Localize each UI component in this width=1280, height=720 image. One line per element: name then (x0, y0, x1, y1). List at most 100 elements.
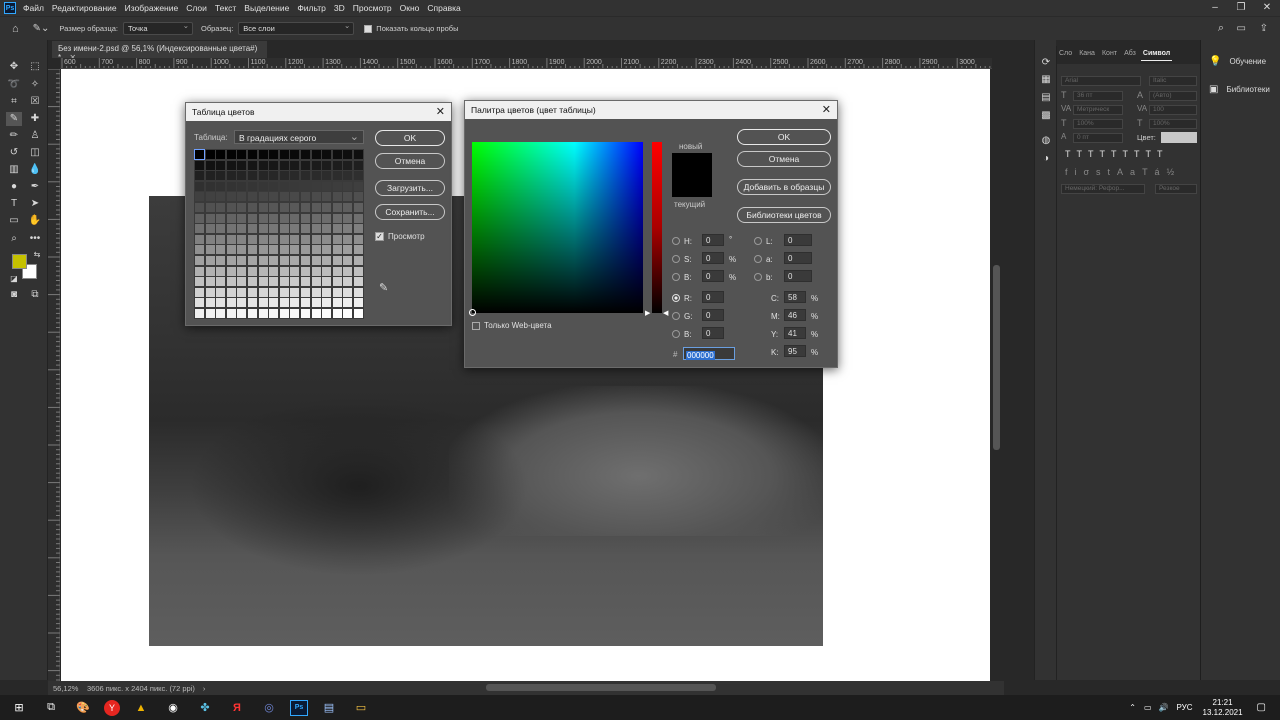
color-table-swatch[interactable] (322, 171, 332, 181)
color-table-swatch[interactable] (343, 171, 353, 181)
color-table-swatch[interactable] (311, 277, 321, 287)
color-table-swatch[interactable] (343, 150, 353, 159)
color-table-swatch[interactable] (205, 277, 215, 287)
horizontal-scrollbar[interactable] (486, 684, 716, 691)
color-table-swatch[interactable] (290, 309, 300, 318)
eyedropper-tool-preset-icon[interactable]: ✎⌄ (33, 23, 50, 34)
color-table-swatch[interactable] (343, 309, 353, 318)
tracking-field[interactable]: 100 (1149, 105, 1197, 115)
color-table-swatch[interactable] (258, 287, 268, 297)
color-table-swatch[interactable] (237, 256, 247, 265)
color-table-swatch[interactable] (290, 266, 300, 276)
menu-3d[interactable]: 3D (334, 3, 345, 13)
color-table-swatch[interactable] (237, 298, 247, 308)
color-table-swatch[interactable] (301, 234, 310, 244)
color-table-swatch[interactable] (237, 277, 247, 287)
swap-colors-icon[interactable]: ⇆ (29, 248, 45, 262)
color-table-swatch[interactable] (311, 266, 321, 276)
color-table-swatch[interactable] (311, 245, 321, 255)
color-table-swatch[interactable] (205, 266, 215, 276)
sample-select[interactable]: Все слои (238, 21, 355, 35)
color-table-swatch[interactable] (205, 309, 215, 318)
color-table-swatch[interactable] (290, 203, 300, 212)
b-input[interactable]: 0 (702, 270, 724, 282)
kerning-field[interactable]: Метрическ (1073, 105, 1123, 115)
color-table-swatch[interactable] (332, 234, 342, 244)
path-selection-tool-icon[interactable]: ➤ (27, 197, 43, 211)
brush-tool-icon[interactable]: ✏ (6, 129, 22, 143)
current-color-swatch[interactable] (672, 175, 712, 197)
color-table-swatch[interactable] (332, 150, 342, 159)
color-table-swatch[interactable] (195, 192, 204, 202)
history-panel-icon[interactable]: ⟳ (1038, 56, 1054, 70)
color-table-swatch[interactable] (248, 181, 257, 191)
color-table-swatch[interactable] (258, 224, 268, 234)
lab-b-radio[interactable] (754, 273, 762, 281)
color-table-swatch[interactable] (195, 213, 204, 223)
color-table-swatch[interactable] (216, 256, 226, 265)
color-table-swatch[interactable] (311, 298, 321, 308)
color-table-swatch[interactable] (279, 203, 289, 212)
color-table-swatch[interactable] (258, 150, 268, 159)
color-table-swatch[interactable] (205, 203, 215, 212)
color-table-swatch[interactable] (301, 150, 310, 159)
color-table-swatch[interactable] (226, 224, 236, 234)
paint-app-icon[interactable]: 🎨 (72, 699, 94, 717)
color-table-swatch[interactable] (269, 234, 279, 244)
menu-window[interactable]: Окно (400, 3, 420, 13)
color-table-swatch[interactable] (205, 181, 215, 191)
color-table-swatch[interactable] (237, 171, 247, 181)
color-table-swatch[interactable] (354, 266, 363, 276)
discord-icon[interactable]: ◎ (258, 699, 280, 717)
channels-panel-icon[interactable]: ◍ (1038, 134, 1054, 148)
color-table-swatch[interactable] (248, 266, 257, 276)
color-table-swatch[interactable] (322, 181, 332, 191)
color-table-swatch[interactable] (216, 203, 226, 212)
color-table-swatch[interactable] (279, 266, 289, 276)
network-tray-icon[interactable]: ▭ (1144, 703, 1152, 712)
color-table-swatch[interactable] (195, 203, 204, 212)
color-table-swatch[interactable] (258, 213, 268, 223)
color-table-swatch[interactable] (301, 181, 310, 191)
close-icon[interactable]: ✕ (436, 105, 445, 118)
lab-b-input[interactable]: 0 (784, 270, 812, 282)
frame-tool-icon[interactable]: ☒ (27, 95, 43, 109)
ruler-horizontal[interactable]: 600 700 800 900 1000 1100 1200 1300 1400 1500 1600… (60, 58, 992, 69)
color-table-swatch[interactable] (248, 256, 257, 265)
menu-filter[interactable]: Фильтр (297, 3, 326, 13)
color-table-swatch[interactable] (301, 213, 310, 223)
color-table-swatch[interactable] (248, 287, 257, 297)
color-table-swatch[interactable] (269, 245, 279, 255)
color-table-swatch[interactable] (301, 266, 310, 276)
color-table-swatch[interactable] (354, 213, 363, 223)
color-table-swatch[interactable] (322, 287, 332, 297)
load-button[interactable]: Загрузить... (375, 180, 445, 196)
horizontal-scale-field[interactable]: 100% (1149, 119, 1197, 129)
color-table-swatch[interactable] (248, 245, 257, 255)
color-table-swatch[interactable] (226, 287, 236, 297)
history-brush-tool-icon[interactable]: ↺ (6, 146, 22, 160)
color-table-swatch[interactable] (237, 224, 247, 234)
color-table-swatch[interactable] (301, 245, 310, 255)
color-table-swatch[interactable] (205, 298, 215, 308)
color-table-swatch[interactable] (322, 150, 332, 159)
color-table-swatch[interactable] (258, 234, 268, 244)
default-colors-icon[interactable]: ◪ (6, 272, 22, 286)
magic-wand-tool-icon[interactable]: ✧ (27, 78, 43, 92)
tray-chevron-icon[interactable]: ⌃ (1129, 703, 1136, 712)
tab-paths[interactable]: Конт (1100, 47, 1119, 60)
color-table-swatch[interactable] (269, 171, 279, 181)
menu-select[interactable]: Выделение (244, 3, 289, 13)
leading-field[interactable]: (Авто) (1149, 91, 1197, 101)
vertical-scrollbar[interactable] (993, 265, 1000, 450)
color-table-swatch[interactable] (311, 287, 321, 297)
color-table-swatch[interactable] (354, 309, 363, 318)
learn-item[interactable]: 💡 Обучение (1209, 56, 1266, 67)
color-table-swatch[interactable] (290, 181, 300, 191)
color-table-swatch[interactable] (311, 309, 321, 318)
color-table-swatch[interactable] (237, 213, 247, 223)
menu-view[interactable]: Просмотр (353, 3, 392, 13)
color-table-swatch[interactable] (258, 256, 268, 265)
b-radio[interactable] (672, 273, 680, 281)
color-table-swatch[interactable] (195, 181, 204, 191)
